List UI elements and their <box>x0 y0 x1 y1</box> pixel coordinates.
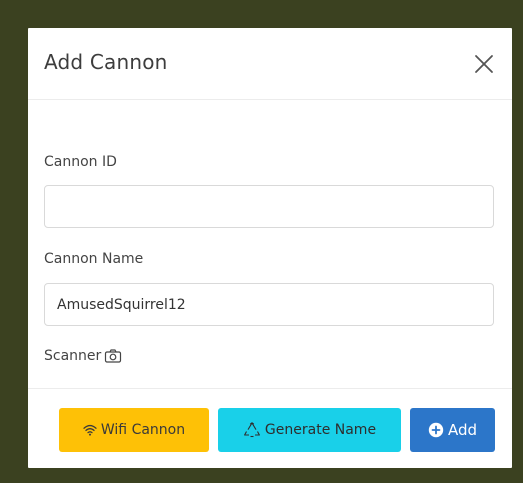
cannon-name-label: Cannon Name <box>44 251 144 267</box>
wifi-cannon-label: Wifi Cannon <box>100 422 186 438</box>
modal-body: Cannon ID Cannon Name Scanner <box>28 100 512 388</box>
modal-footer: Wifi Cannon Generate Name Add <box>28 388 512 468</box>
add-cannon-modal: Add Cannon Cannon ID Cannon Name Scanner <box>28 28 512 468</box>
modal-header: Add Cannon <box>28 28 512 100</box>
camera-icon[interactable] <box>104 348 122 364</box>
close-icon <box>475 55 493 73</box>
close-button[interactable] <box>472 52 496 76</box>
wifi-icon <box>83 424 97 436</box>
wifi-cannon-button[interactable]: Wifi Cannon <box>59 408 209 452</box>
modal-title: Add Cannon <box>44 50 168 74</box>
cannon-id-label: Cannon ID <box>44 154 117 170</box>
generate-name-label: Generate Name <box>264 422 377 438</box>
scanner-label: Scanner <box>44 348 102 364</box>
add-button[interactable]: Add <box>410 408 495 452</box>
add-label: Add <box>447 421 478 439</box>
cannon-id-input[interactable] <box>44 185 494 228</box>
cannon-name-input[interactable] <box>44 283 494 326</box>
plus-circle-icon <box>428 422 444 438</box>
page-backdrop: Add Cannon Cannon ID Cannon Name Scanner <box>0 0 523 483</box>
scanner-row: Scanner <box>44 347 122 365</box>
recycle-icon <box>243 422 260 438</box>
generate-name-button[interactable]: Generate Name <box>218 408 401 452</box>
